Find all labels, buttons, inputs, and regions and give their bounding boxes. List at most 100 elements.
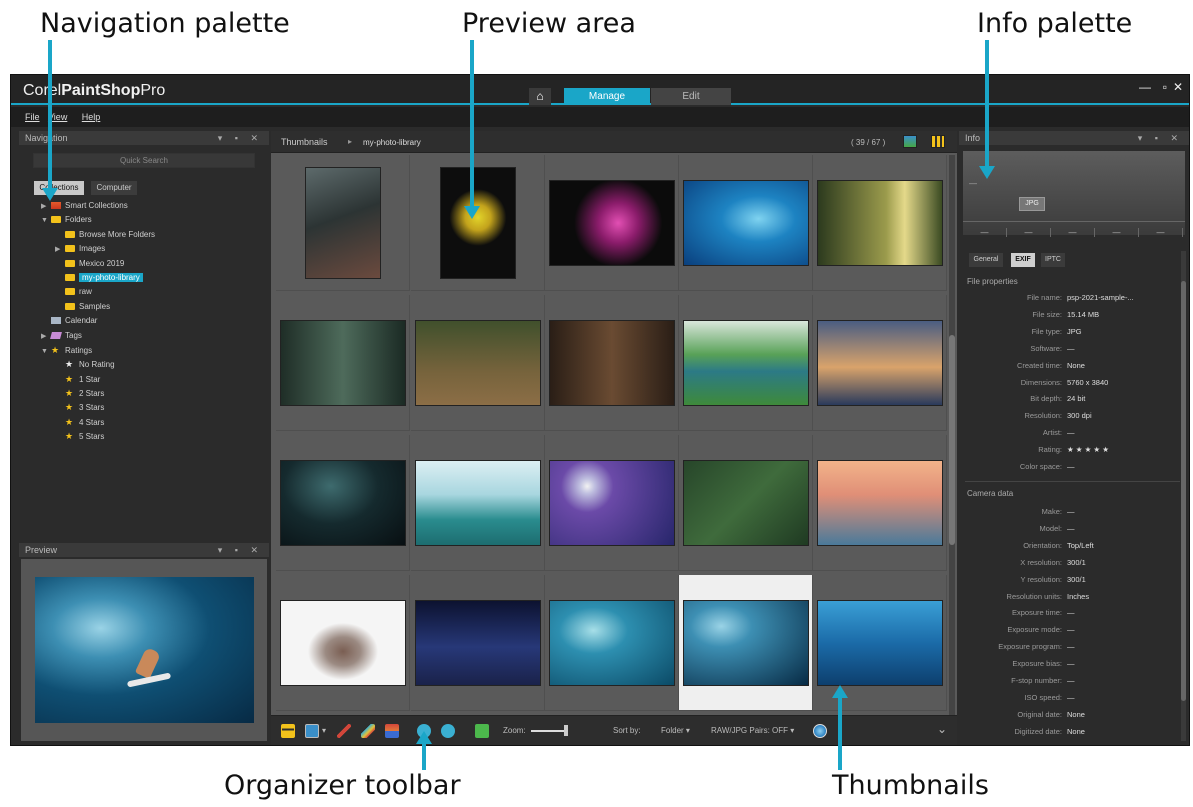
tree-item-calendar[interactable]: Calendar bbox=[29, 314, 259, 328]
tree-item-mexico-2019[interactable]: Mexico 2019 bbox=[29, 257, 259, 271]
thumbnail-dark-trees[interactable] bbox=[550, 321, 674, 405]
zoom-slider[interactable] bbox=[531, 730, 567, 732]
rotate-right-icon[interactable] bbox=[441, 724, 455, 738]
thumbnail-iceberg-boat[interactable] bbox=[416, 461, 540, 545]
brush-multi-icon[interactable] bbox=[361, 724, 375, 738]
compare-icon[interactable] bbox=[475, 724, 489, 738]
tab-iptc[interactable]: IPTC bbox=[1041, 253, 1065, 267]
tree-item-my-photo-library[interactable]: my-photo-library bbox=[29, 271, 259, 285]
tree-item-folders[interactable]: ▼ Folders bbox=[29, 213, 259, 227]
single-view-icon[interactable] bbox=[903, 135, 917, 148]
maximize-button[interactable]: ▫ bbox=[1163, 80, 1167, 94]
scrollbar-thumb[interactable] bbox=[1181, 281, 1186, 701]
thumbnail-scrollbar[interactable] bbox=[949, 155, 955, 715]
thumbnail-forest-path[interactable] bbox=[416, 321, 540, 405]
thumbnail-cell[interactable] bbox=[813, 435, 947, 571]
quick-search-input[interactable]: Quick Search bbox=[33, 153, 255, 168]
thumbnail-manta-ray[interactable] bbox=[684, 181, 808, 265]
thumbnail-seahorse[interactable] bbox=[441, 168, 515, 278]
share-icon[interactable] bbox=[385, 724, 399, 738]
thumbnail-misty-forest[interactable] bbox=[281, 321, 405, 405]
brush-red-icon[interactable] bbox=[337, 724, 351, 738]
menu-bar: File View Help bbox=[11, 107, 1189, 127]
thumbnail-aerial-forest[interactable] bbox=[684, 461, 808, 545]
thumbnail-cell[interactable] bbox=[545, 295, 679, 431]
thumbnail-cell[interactable] bbox=[813, 295, 947, 431]
menu-help[interactable]: Help bbox=[82, 112, 101, 122]
tree-item-smart-collections[interactable]: ▶ Smart Collections bbox=[29, 199, 259, 213]
tree-item-raw[interactable]: raw bbox=[29, 285, 259, 299]
scrollbar-thumb[interactable] bbox=[949, 335, 955, 545]
raw-jpg-pairs-dropdown[interactable]: RAW/JPG Pairs: OFF ▾ bbox=[711, 726, 794, 735]
thumbnail-night-alley[interactable] bbox=[281, 461, 405, 545]
globe-icon[interactable] bbox=[813, 724, 827, 738]
tree-item-1-star[interactable]: ★ 1 Star bbox=[29, 372, 259, 386]
thumbnail-cell[interactable] bbox=[411, 435, 545, 571]
thumbnail-cell[interactable] bbox=[276, 435, 410, 571]
thumbnail-cell[interactable] bbox=[545, 435, 679, 571]
thumbnail-cell[interactable] bbox=[411, 155, 545, 291]
tab-manage[interactable]: Manage bbox=[564, 88, 650, 105]
grid-view-icon[interactable] bbox=[931, 135, 945, 148]
info-scrollbar[interactable] bbox=[1181, 251, 1186, 741]
tree-item-5-stars[interactable]: ★ 5 Stars bbox=[29, 429, 259, 443]
collapse-icon[interactable]: ▼ bbox=[41, 214, 51, 228]
thumbnail-river-valley[interactable] bbox=[684, 321, 808, 405]
tree-item-2-stars[interactable]: ★ 2 Stars bbox=[29, 386, 259, 400]
tree-item-samples[interactable]: Samples bbox=[29, 300, 259, 314]
thumbnail-cell[interactable] bbox=[276, 155, 410, 291]
tab-edit[interactable]: Edit bbox=[651, 88, 731, 105]
thumbnail-cell[interactable] bbox=[545, 155, 679, 291]
tree-item-3-stars[interactable]: ★ 3 Stars bbox=[29, 400, 259, 414]
palette-controls[interactable]: ▾ ▪ ✕ bbox=[218, 131, 263, 145]
tree-item-ratings[interactable]: ▼ ★ Ratings bbox=[29, 343, 259, 357]
thumbnail-cell[interactable] bbox=[679, 575, 813, 711]
thumbnail-cell[interactable] bbox=[411, 575, 545, 711]
thumbnail-surf-tube[interactable] bbox=[550, 601, 674, 685]
thumbnail-photographer[interactable] bbox=[281, 601, 405, 685]
collapse-toolbar-icon[interactable]: ⌄ bbox=[937, 722, 947, 736]
thumbnail-cell[interactable] bbox=[276, 575, 410, 711]
thumbnail-surfer-underwater[interactable] bbox=[684, 601, 808, 685]
tab-computer[interactable]: Computer bbox=[91, 181, 137, 195]
tab-general[interactable]: General bbox=[969, 253, 1003, 267]
breadcrumb-thumbnails[interactable]: Thumbnails bbox=[281, 137, 328, 147]
tree-item-no-rating[interactable]: ★ No Rating bbox=[29, 357, 259, 371]
thumbnail-cell[interactable] bbox=[679, 155, 813, 291]
tree-item-4-stars[interactable]: ★ 4 Stars bbox=[29, 415, 259, 429]
palette-controls[interactable]: ▾ ▪ ✕ bbox=[218, 543, 263, 557]
expand-icon[interactable]: ▶ bbox=[55, 243, 65, 257]
sort-dropdown[interactable]: Folder ▾ bbox=[661, 726, 690, 735]
tree-item-images[interactable]: ▶ Images bbox=[29, 242, 259, 256]
thumbnail-forest-light[interactable] bbox=[306, 168, 380, 278]
thumbnail-lionfish[interactable] bbox=[550, 181, 674, 265]
minimize-button[interactable]: — bbox=[1139, 80, 1151, 94]
expand-icon[interactable]: ▶ bbox=[41, 200, 51, 214]
thumbnail-dolphins[interactable] bbox=[818, 601, 942, 685]
thumbnail-city-skyline[interactable] bbox=[818, 321, 942, 405]
thumbnail-astronaut-stars[interactable] bbox=[416, 601, 540, 685]
tab-exif[interactable]: EXIF bbox=[1011, 253, 1035, 267]
thumbnail-cell[interactable] bbox=[276, 295, 410, 431]
tree-item-browse-more-folders[interactable]: Browse More Folders bbox=[29, 228, 259, 242]
thumbnail-cell[interactable] bbox=[411, 295, 545, 431]
thumbnail-foggy-city[interactable] bbox=[818, 461, 942, 545]
info-property-row: X resolution: 300/1 bbox=[959, 558, 1174, 574]
home-button[interactable]: ⌂ bbox=[529, 88, 551, 105]
zoom-slider-handle[interactable] bbox=[564, 725, 568, 736]
filmstrip-icon[interactable] bbox=[281, 724, 295, 738]
close-button[interactable]: ✕ bbox=[1173, 80, 1183, 94]
tree-item-label: Samples bbox=[79, 301, 111, 311]
thumbnail-sunlit-woods[interactable] bbox=[818, 181, 942, 265]
menu-file[interactable]: File bbox=[25, 112, 40, 122]
thumbnail-cell[interactable] bbox=[813, 155, 947, 291]
thumbnail-cell[interactable] bbox=[679, 295, 813, 431]
layout-dropdown-icon[interactable]: ▾ bbox=[322, 726, 326, 735]
breadcrumb-folder[interactable]: my-photo-library bbox=[363, 138, 421, 147]
palette-controls[interactable]: ▾ ▪ ✕ bbox=[1138, 131, 1183, 145]
thumbnail-moon-clouds[interactable] bbox=[550, 461, 674, 545]
thumbnail-cell[interactable] bbox=[545, 575, 679, 711]
thumbnail-cell[interactable] bbox=[679, 435, 813, 571]
tree-item-tags[interactable]: ▶ Tags bbox=[29, 329, 259, 343]
layout-icon[interactable] bbox=[305, 724, 319, 738]
